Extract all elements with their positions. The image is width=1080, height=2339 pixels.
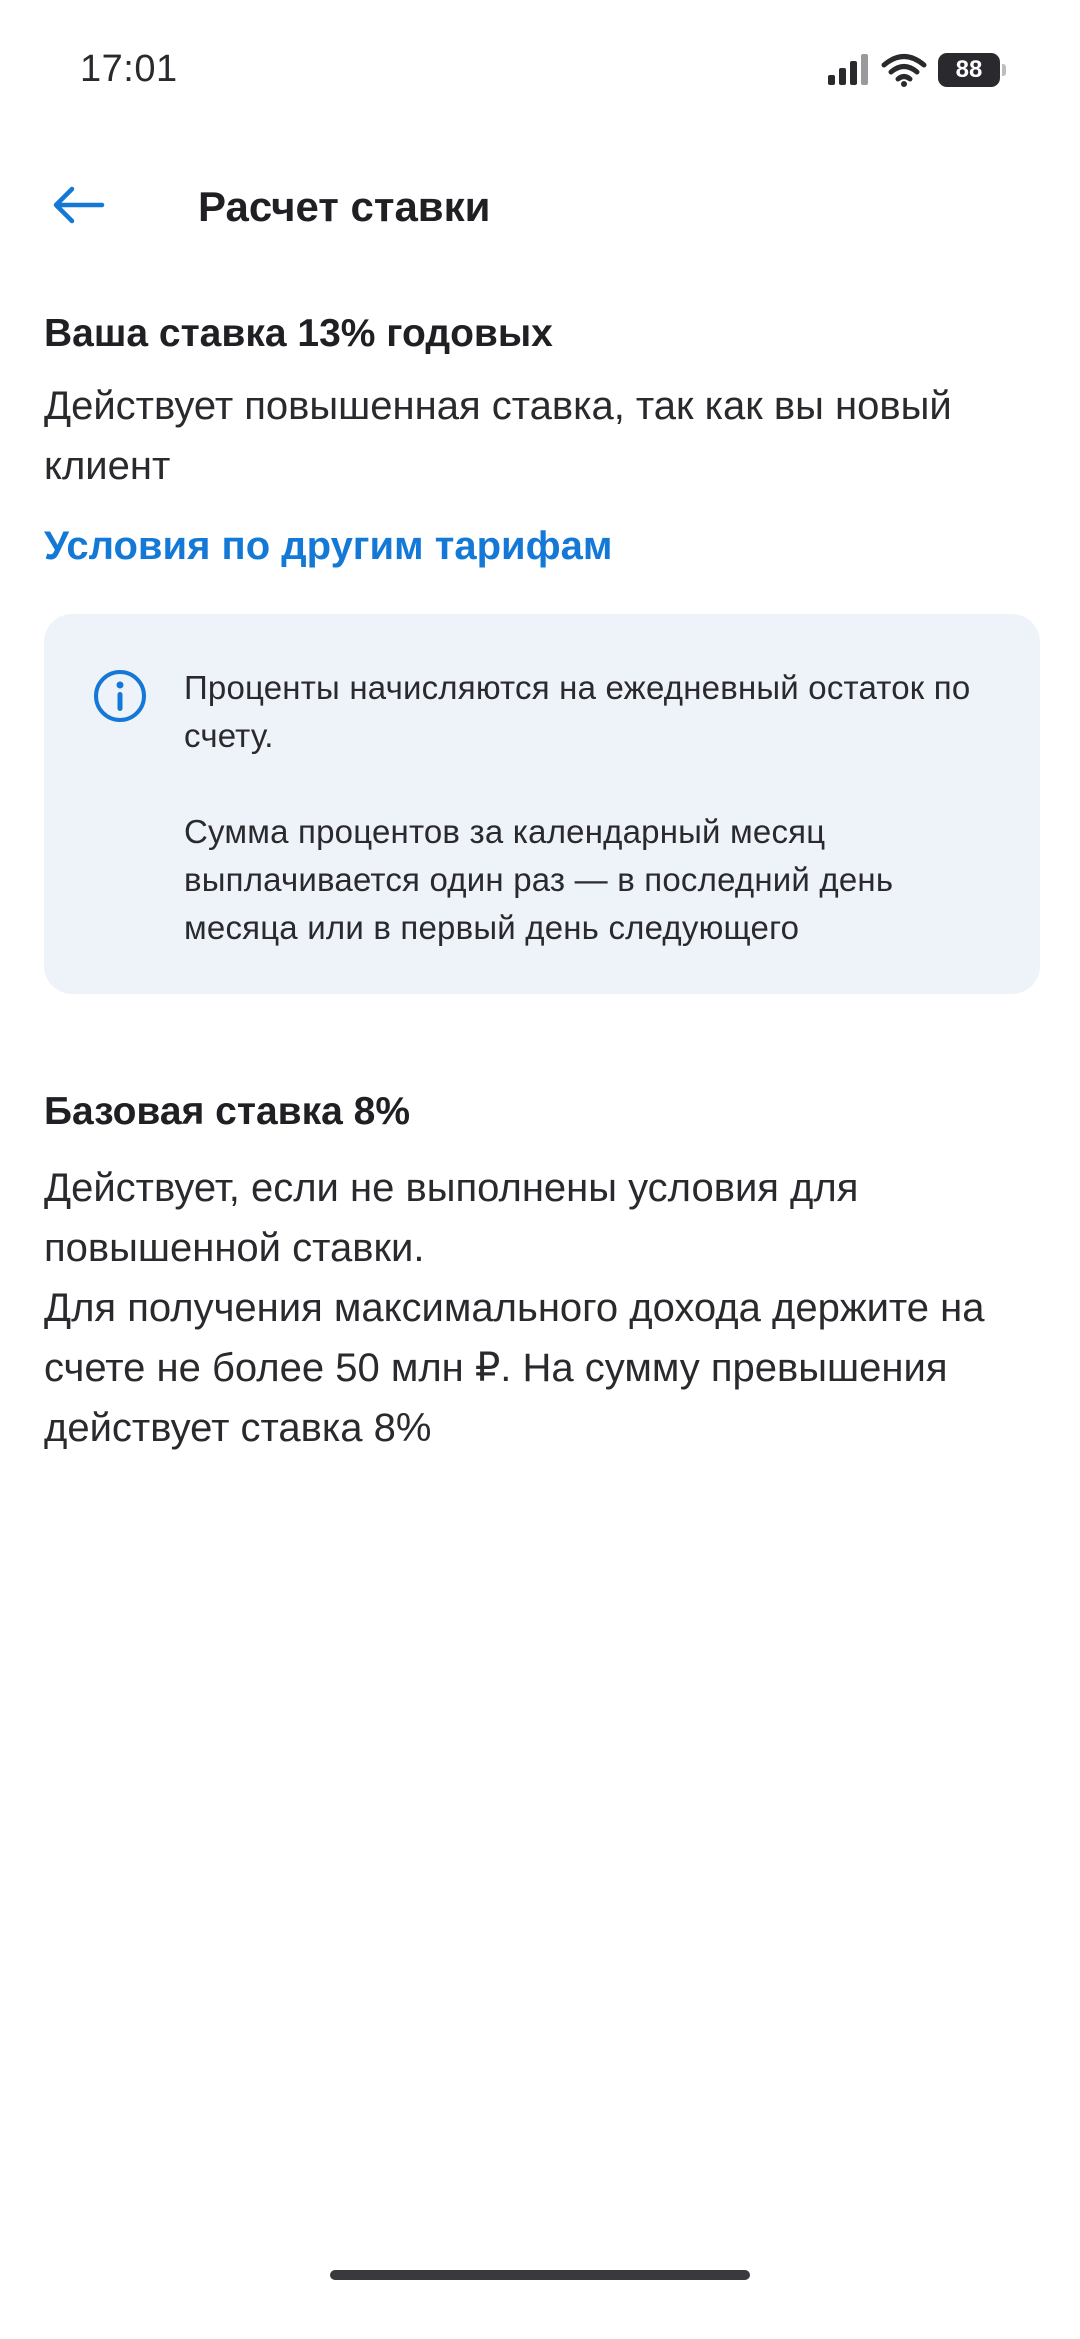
back-button[interactable] <box>40 173 116 237</box>
base-rate-title: Базовая ставка 8% <box>44 1090 411 1133</box>
battery-tip <box>1002 64 1006 76</box>
rate-title: Ваша ставка 13% годовых <box>44 312 553 355</box>
info-text: Проценты начисляются на ежедневный остат… <box>184 664 992 952</box>
base-rate-section: Базовая ставка 8% Действует, если не вып… <box>44 1088 1040 1458</box>
main-content: Ваша ставка 13% годовых Действует повыше… <box>44 310 1040 1458</box>
status-icons: 88 <box>826 52 1006 88</box>
other-tariffs-link[interactable]: Условия по другим тарифам <box>44 520 612 572</box>
page-title: Расчет ставки <box>198 183 491 230</box>
status-time: 17:01 <box>80 48 178 90</box>
arrow-left-icon <box>53 186 105 224</box>
header: Расчет ставки <box>0 155 1080 255</box>
info-paragraph-payout: Сумма процентов за календарный месяц вып… <box>184 813 894 946</box>
battery-level: 88 <box>955 56 983 83</box>
info-paragraph-accrual: Проценты начисляются на ежедневный остат… <box>184 669 971 754</box>
info-circle-icon <box>94 670 146 722</box>
base-rate-conditions: Действует, если не выполнены условия для… <box>44 1166 859 1270</box>
rate-description: Действует повышенная ставка, так как вы … <box>44 384 952 488</box>
battery-indicator: 88 <box>938 53 1006 87</box>
base-rate-limit: Для получения максимального дохода держи… <box>44 1286 985 1450</box>
status-bar: 17:01 88 <box>0 0 1080 140</box>
home-indicator[interactable] <box>330 2270 750 2280</box>
wifi-icon <box>881 54 927 87</box>
signal-icon <box>828 54 868 85</box>
info-card: Проценты начисляются на ежедневный остат… <box>44 614 1040 994</box>
